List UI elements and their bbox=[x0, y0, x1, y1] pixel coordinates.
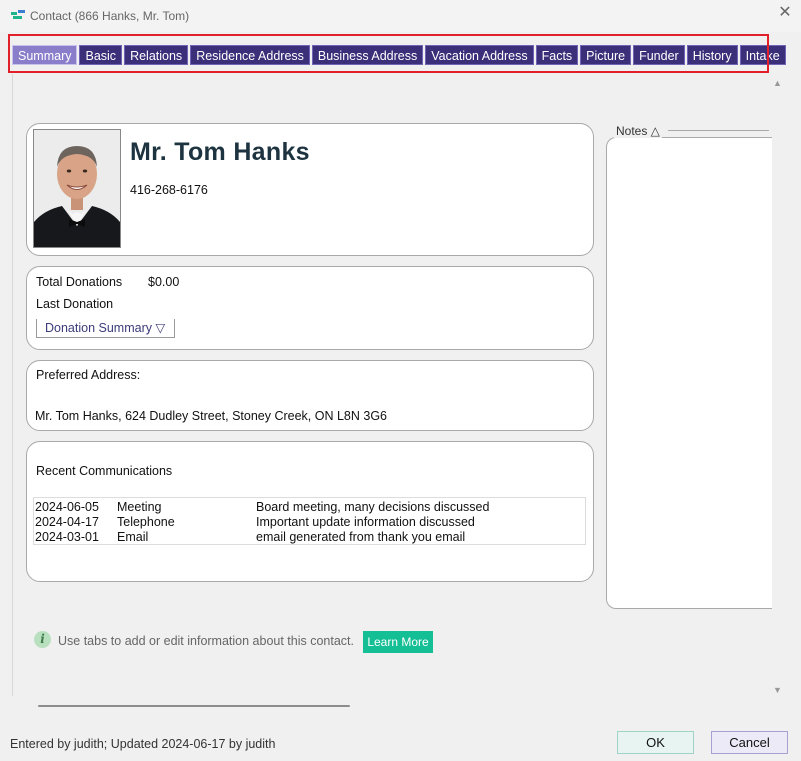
comm-date: 2024-03-01 bbox=[35, 530, 99, 544]
preferred-address-value: Mr. Tom Hanks, 624 Dudley Street, Stoney… bbox=[35, 409, 388, 423]
info-icon: i bbox=[34, 631, 51, 648]
table-row[interactable]: 2024-03-01 Email email generated from th… bbox=[34, 530, 585, 545]
donation-summary-label: Donation Summary ▽ bbox=[45, 321, 166, 335]
table-row[interactable]: 2024-06-05 Meeting Board meeting, many d… bbox=[34, 500, 585, 515]
donation-summary-button[interactable]: Donation Summary ▽ bbox=[36, 319, 175, 338]
comm-type: Telephone bbox=[117, 515, 175, 529]
scroll-down-icon[interactable]: ▼ bbox=[773, 685, 782, 695]
notes-label[interactable]: Notes △ bbox=[614, 124, 662, 138]
cancel-button[interactable]: Cancel bbox=[711, 731, 788, 754]
table-row[interactable]: 2024-04-17 Telephone Important update in… bbox=[34, 515, 585, 530]
communications-table: 2024-06-05 Meeting Board meeting, many d… bbox=[33, 497, 586, 545]
tabs-highlight-box bbox=[8, 34, 769, 73]
comm-date: 2024-04-17 bbox=[35, 515, 99, 529]
notes-textarea[interactable] bbox=[606, 137, 772, 609]
comm-type: Meeting bbox=[117, 500, 162, 514]
comm-date: 2024-06-05 bbox=[35, 500, 99, 514]
window-title: Contact (866 Hanks, Mr. Tom) bbox=[30, 9, 190, 23]
last-donation-label: Last Donation bbox=[36, 297, 114, 311]
app-icon bbox=[11, 10, 25, 19]
comm-type: Email bbox=[117, 530, 149, 544]
ok-button[interactable]: OK bbox=[617, 731, 694, 754]
entered-updated-status: Entered by judith; Updated 2024-06-17 by… bbox=[10, 737, 276, 751]
comm-description: email generated from thank you email bbox=[256, 530, 466, 544]
comm-description: Important update information discussed bbox=[256, 515, 475, 529]
scroll-up-icon[interactable]: ▲ bbox=[773, 78, 782, 88]
learn-more-button[interactable]: Learn More bbox=[363, 631, 433, 653]
recent-communications-title: Recent Communications bbox=[36, 464, 173, 478]
notes-divider bbox=[668, 130, 769, 131]
contact-phone: 416-268-6176 bbox=[130, 183, 208, 197]
preferred-address-label: Preferred Address: bbox=[36, 368, 141, 382]
contact-name: Mr. Tom Hanks bbox=[130, 138, 310, 166]
contact-photo bbox=[33, 129, 121, 248]
hint-text: Use tabs to add or edit information abou… bbox=[58, 634, 355, 648]
total-donations-value: $0.00 bbox=[148, 275, 180, 289]
horizontal-scrollbar[interactable] bbox=[38, 705, 350, 707]
total-donations-label: Total Donations bbox=[36, 275, 123, 289]
comm-description: Board meeting, many decisions discussed bbox=[256, 500, 490, 514]
close-icon[interactable]: ✕ bbox=[778, 5, 792, 21]
